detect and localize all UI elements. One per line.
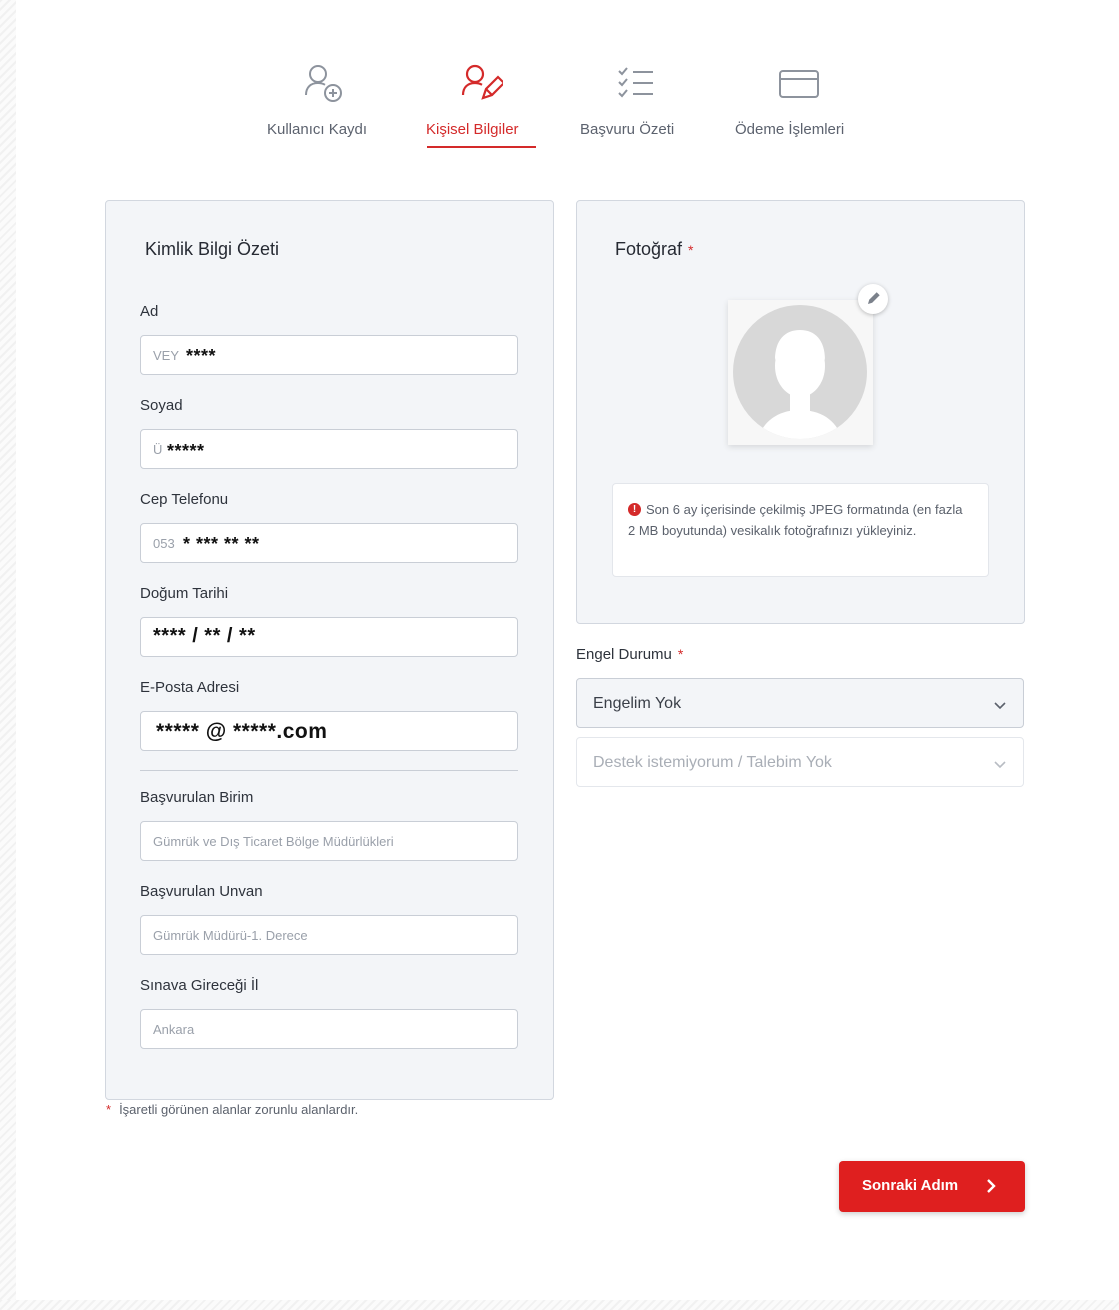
next-step-label: Sonraki Adım: [862, 1177, 959, 1194]
photo-upload-area[interactable]: [728, 300, 873, 445]
photo-info-text: Son 6 ay içerisinde çekilmiş JPEG format…: [628, 502, 963, 538]
support-request-select[interactable]: Destek istemiyorum / Talebim Yok: [576, 737, 1024, 787]
email-mask: ***** @ *****.com: [156, 720, 328, 743]
disability-status-value: Engelim Yok: [593, 695, 682, 712]
unit-field: Gümrük ve Dış Ticaret Bölge Müdürlükleri: [140, 821, 518, 861]
disability-label: Engel Durumu *: [576, 646, 683, 663]
avatar-placeholder-icon: [728, 305, 873, 449]
email-label: E-Posta Adresi: [140, 679, 240, 696]
required-note-star: *: [106, 1102, 112, 1117]
user-edit-icon: [461, 62, 503, 104]
first-name-field[interactable]: VEY ****: [140, 335, 518, 375]
last-name-mask: *****: [167, 441, 205, 461]
birth-date-label: Doğum Tarihi: [140, 585, 229, 602]
page-border-bottom: [0, 1300, 1119, 1310]
step-personal-info[interactable]: [461, 62, 503, 104]
step-label-application-summary[interactable]: Başvuru Özeti: [580, 121, 674, 138]
photo-title: Fotoğraf *: [615, 239, 694, 260]
birth-date-mask: **** / ** / **: [153, 625, 256, 647]
chevron-down-icon: [993, 698, 1007, 716]
applied-title-label: Başvurulan Unvan: [140, 883, 263, 900]
step-label-personal-info[interactable]: Kişisel Bilgiler: [426, 121, 519, 138]
required-fields-note: * İşaretli görünen alanlar zorunlu alanla…: [106, 1102, 358, 1117]
support-request-value: Destek istemiyorum / Talebim Yok: [593, 754, 832, 771]
first-name-prefix: VEY: [153, 348, 180, 363]
exam-city-value: Ankara: [153, 1022, 195, 1037]
photo-info-box: ! Son 6 ay içerisinde çekilmiş JPEG form…: [612, 483, 989, 577]
photo-title-text: Fotoğraf: [615, 239, 683, 259]
active-step-underline: [427, 146, 536, 148]
first-name-label: Ad: [140, 303, 159, 320]
first-name-mask: ****: [186, 346, 217, 366]
checklist-icon: [616, 62, 656, 104]
chevron-right-icon: [985, 1178, 997, 1199]
applied-title-value: Gümrük Müdürü-1. Derece: [153, 928, 308, 943]
disability-status-select[interactable]: Engelim Yok: [576, 678, 1024, 728]
required-note-text: İşaretli görünen alanlar zorunlu alanlar…: [119, 1102, 359, 1117]
page-border-left: [0, 0, 16, 1310]
user-plus-icon: [304, 62, 346, 104]
email-field[interactable]: ***** @ *****.com: [140, 711, 518, 751]
step-application-summary[interactable]: [616, 62, 656, 104]
exam-city-label: Sınava Gireceği İl: [140, 977, 259, 994]
disability-label-text: Engel Durumu: [576, 646, 672, 663]
last-name-prefix: Ü: [153, 442, 163, 457]
disability-required-mark: *: [677, 646, 684, 662]
step-payment[interactable]: [778, 62, 820, 104]
applied-title-field: Gümrük Müdürü-1. Derece: [140, 915, 518, 955]
chevron-down-icon: [993, 757, 1007, 775]
step-label-payment[interactable]: Ödeme İşlemleri: [735, 121, 844, 138]
section-divider: [140, 770, 518, 771]
exam-city-field: Ankara: [140, 1009, 518, 1049]
credit-card-icon: [778, 62, 820, 104]
phone-label: Cep Telefonu: [140, 491, 229, 508]
pencil-icon: [858, 292, 888, 318]
step-label-user-registration[interactable]: Kullanıcı Kaydı: [267, 121, 367, 138]
birth-date-field[interactable]: **** / ** / **: [140, 617, 518, 657]
next-step-button[interactable]: Sonraki Adım: [839, 1161, 1025, 1212]
step-user-registration[interactable]: [304, 62, 346, 104]
identity-summary-title: Kimlik Bilgi Özeti: [145, 239, 280, 259]
photo-required-mark: *: [688, 242, 694, 258]
phone-field[interactable]: 053 * *** ** **: [140, 523, 518, 563]
unit-label: Başvurulan Birim: [140, 789, 254, 806]
last-name-field[interactable]: Ü *****: [140, 429, 518, 469]
photo-edit-button[interactable]: [858, 284, 888, 314]
phone-prefix: 053: [153, 536, 175, 551]
phone-mask: * *** ** **: [183, 534, 260, 554]
unit-value: Gümrük ve Dış Ticaret Bölge Müdürlükleri: [153, 834, 394, 849]
last-name-label: Soyad: [140, 397, 183, 414]
